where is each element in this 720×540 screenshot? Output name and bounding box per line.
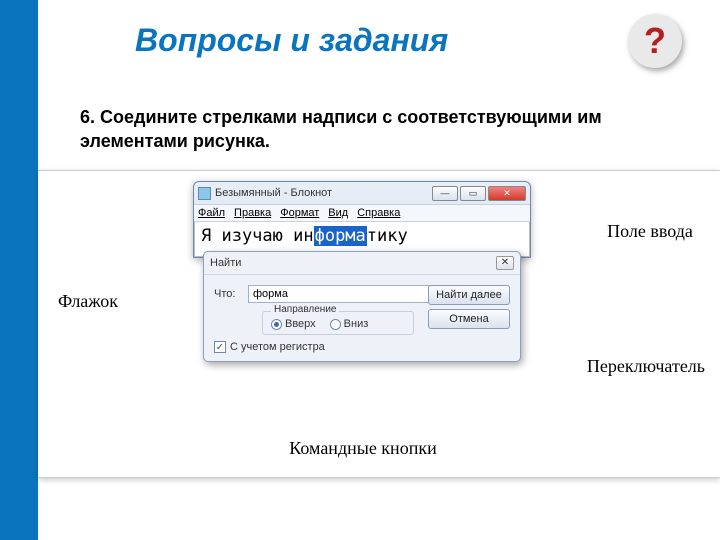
case-label: С учетом регистра: [230, 341, 325, 353]
text-selected: форма: [314, 226, 367, 246]
find-dialog: Найти ✕ Что: Найти далее Отмена Направле…: [203, 251, 521, 362]
case-checkbox[interactable]: ✓: [214, 341, 226, 353]
find-next-button[interactable]: Найти далее: [428, 285, 510, 305]
label-radio: Переключатель: [587, 356, 705, 377]
direction-group: Направление Вверх Вниз: [262, 311, 414, 335]
find-what-label: Что:: [214, 288, 248, 300]
maximize-button[interactable]: ▭: [460, 186, 486, 201]
text-after: тику: [367, 226, 408, 246]
question-icon: ?: [644, 20, 666, 62]
page-title: Вопросы и задания: [135, 22, 448, 59]
close-button[interactable]: ✕: [488, 186, 526, 201]
text-before: Я изучаю ин: [201, 226, 314, 246]
notepad-icon: [198, 187, 211, 200]
radio-up-label: Вверх: [285, 318, 316, 330]
radio-down[interactable]: [330, 319, 341, 330]
find-close-button[interactable]: ✕: [496, 256, 514, 270]
sidebar-accent: [0, 0, 38, 540]
find-titlebar[interactable]: Найти ✕: [204, 252, 520, 275]
cancel-button[interactable]: Отмена: [428, 309, 510, 329]
menu-view[interactable]: Вид: [328, 207, 348, 219]
menu-edit[interactable]: Правка: [234, 207, 271, 219]
menu-file[interactable]: Файл: [198, 207, 225, 219]
find-title-text: Найти: [210, 257, 241, 269]
label-command-buttons: Командные кнопки: [288, 438, 438, 459]
label-input-field: Поле ввода: [605, 221, 695, 242]
menu-format[interactable]: Формат: [280, 207, 319, 219]
label-checkbox: Флажок: [58, 291, 118, 312]
notepad-titlebar[interactable]: Безымянный - Блокнот — ▭ ✕: [194, 182, 530, 204]
notepad-window: Безымянный - Блокнот — ▭ ✕ Файл Правка Ф…: [193, 181, 531, 258]
menu-help[interactable]: Справка: [357, 207, 400, 219]
minimize-button[interactable]: —: [432, 186, 458, 201]
task-text: 6. Соедините стрелками надписи с соответ…: [80, 105, 640, 154]
direction-legend: Направление: [271, 304, 339, 315]
help-badge: ?: [628, 14, 682, 68]
figure-area: Флажок Поле ввода Переключатель Командны…: [38, 170, 720, 478]
notepad-title: Безымянный - Блокнот: [215, 187, 332, 199]
radio-up[interactable]: [271, 319, 282, 330]
radio-down-label: Вниз: [344, 318, 369, 330]
notepad-menubar: Файл Правка Формат Вид Справка: [194, 204, 530, 222]
